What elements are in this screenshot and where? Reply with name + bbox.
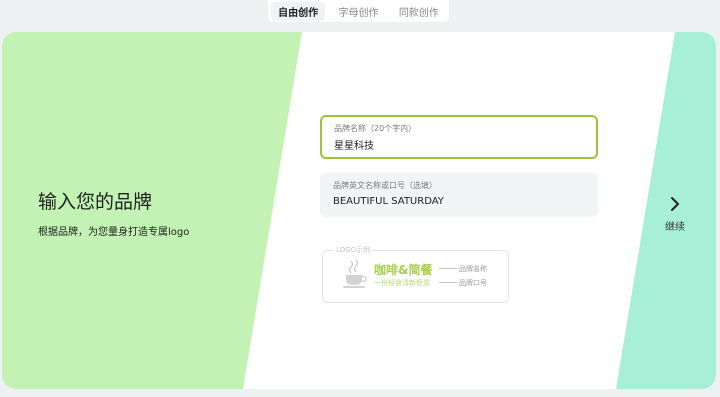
brand-english-label: 品牌英文名称或口号（选填） — [333, 181, 437, 190]
coffee-cup-icon — [343, 259, 367, 288]
brand-name-annotation: 品牌名称 — [459, 265, 487, 273]
chevron-right-icon — [671, 197, 679, 211]
brand-input-card: 输入您的品牌 根据品牌，为您量身打造专属logo 品牌名称（20个字内） 品牌英… — [2, 32, 716, 389]
tab-free-creation[interactable]: 自由创作 — [271, 1, 326, 21]
creation-mode-tabs: 自由创作 字母创作 同款创作 — [268, 0, 449, 22]
brand-name-label: 品牌名称（20个字内） — [334, 124, 417, 133]
right-mint-panel — [616, 32, 716, 389]
page-subtitle: 根据品牌，为您量身打造专属logo — [38, 227, 190, 238]
brand-name-field[interactable]: 品牌名称（20个字内） — [320, 115, 598, 159]
tab-letter-creation[interactable]: 字母创作 — [331, 2, 385, 21]
tab-same-style-creation[interactable]: 同款创作 — [392, 2, 446, 21]
brand-english-field[interactable]: 品牌英文名称或口号（选填） — [320, 173, 598, 217]
logo-example-slogan: 一份轻食清新惬意 — [374, 279, 430, 287]
continue-button[interactable]: 继续 — [660, 194, 690, 234]
slogan-leader-line — [439, 282, 457, 283]
logo-example-title: 咖啡&简餐 — [374, 263, 433, 277]
page-title: 输入您的品牌 — [38, 191, 153, 213]
logo-example-legend: LOGO示例 — [333, 245, 374, 255]
brand-slogan-annotation: 品牌口号 — [459, 279, 487, 287]
brand-english-input[interactable] — [333, 196, 563, 207]
continue-label: 继续 — [665, 222, 685, 233]
brand-name-input[interactable] — [334, 139, 564, 150]
logo-example-box: LOGO示例 咖啡&简餐 一份轻食清新惬意 品牌名称 品牌口号 — [322, 245, 509, 303]
name-leader-line — [439, 268, 457, 269]
